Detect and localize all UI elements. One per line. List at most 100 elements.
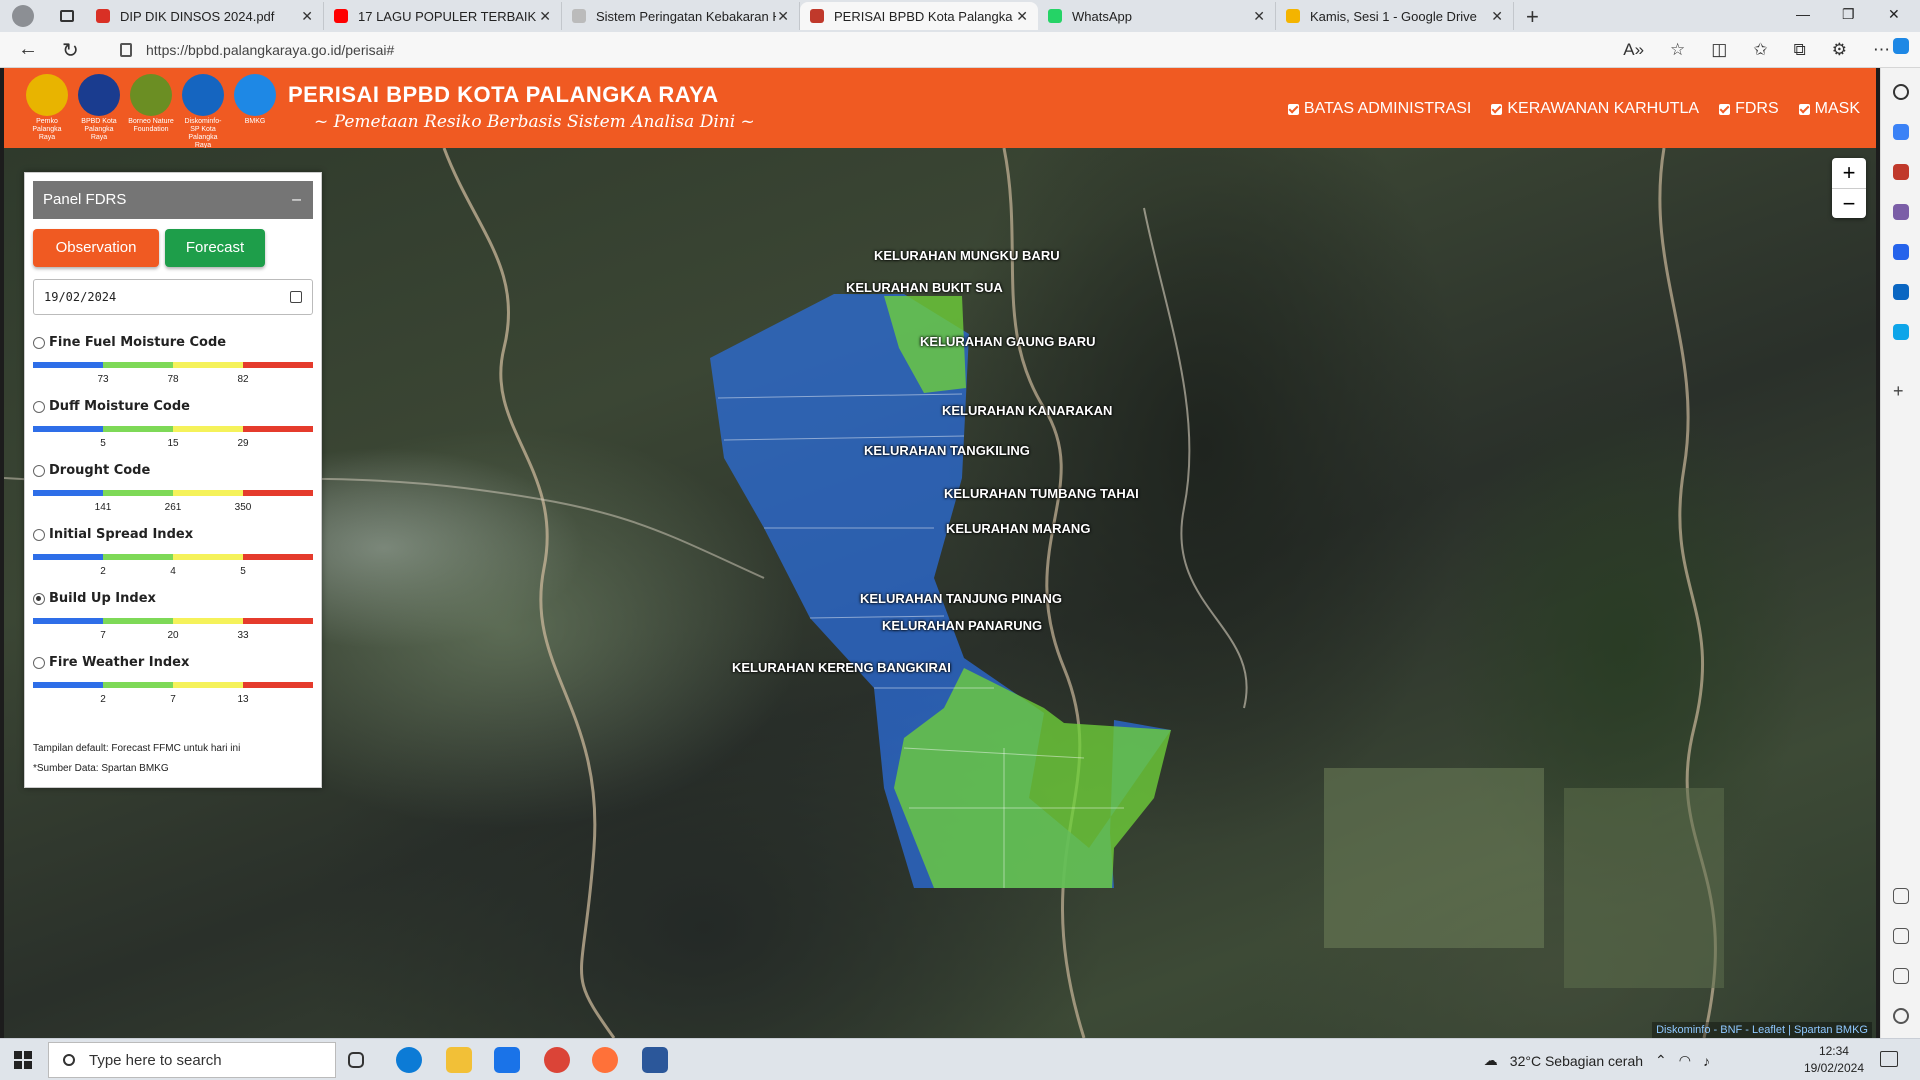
tab-pdf[interactable]: DIP DIK DINSOS 2024.pdf ✕ — [86, 2, 324, 30]
read-aloud-icon[interactable]: A» — [1623, 40, 1644, 60]
zoom-out-button[interactable]: − — [1832, 188, 1866, 218]
back-arrow-icon[interactable]: ← — [18, 38, 38, 61]
new-tab-button[interactable]: + — [1526, 4, 1539, 30]
microsoft365-icon[interactable] — [1893, 244, 1909, 260]
tab-whatsapp[interactable]: WhatsApp ✕ — [1038, 2, 1276, 30]
extensions-icon[interactable]: ⚙ — [1832, 40, 1847, 60]
kelurahan-label: KELURAHAN KANARAKAN — [942, 403, 1113, 418]
copilot-icon[interactable] — [1893, 38, 1909, 54]
checkbox-icon[interactable] — [1798, 103, 1810, 115]
tab-perisai[interactable]: PERISAI BPBD Kota Palangka Ray ✕ — [800, 2, 1038, 30]
refresh-icon[interactable]: ↻ — [62, 38, 79, 63]
close-icon[interactable]: ✕ — [777, 8, 789, 25]
favorite-star-icon[interactable]: ☆ — [1670, 40, 1685, 60]
index-option[interactable]: Fine Fuel Moisture Code — [33, 335, 313, 350]
toggle-kerawanan-karhutla[interactable]: KERAWANAN KARHUTLA — [1491, 100, 1699, 118]
collections-icon[interactable]: ⧉ — [1794, 40, 1806, 60]
screenshot-icon[interactable] — [1893, 888, 1909, 904]
logo-diskominfo: Diskominfo-SP Kota Palangka Raya — [180, 74, 226, 150]
tick-label: 4 — [170, 566, 176, 577]
games-icon[interactable] — [1893, 204, 1909, 220]
tab-sistem-peringatan[interactable]: Sistem Peringatan Kebakaran Hu ✕ — [562, 2, 800, 30]
windows-taskbar: Type here to search ☁ 32°C Sebagian cera… — [0, 1038, 1920, 1080]
firefox-icon[interactable] — [592, 1047, 618, 1073]
settings-gear-icon[interactable] — [1893, 1008, 1909, 1024]
observation-button[interactable]: Observation — [33, 229, 159, 267]
mail-icon[interactable] — [494, 1047, 520, 1073]
lock-icon[interactable] — [120, 43, 132, 57]
date-input[interactable]: 19/02/2024 — [33, 279, 313, 315]
toggle-batas-administrasi[interactable]: BATAS ADMINISTRASI — [1287, 100, 1471, 118]
window-close-icon[interactable]: ✕ — [1888, 6, 1900, 23]
index-option[interactable]: Fire Weather Index — [33, 655, 313, 670]
maximize-icon[interactable]: ❐ — [1842, 6, 1855, 23]
google-drive-icon — [1286, 9, 1300, 23]
outlook-icon[interactable] — [1893, 284, 1909, 300]
clock-date: 19/02/2024 — [1803, 1061, 1864, 1075]
sidebar-toggle-icon[interactable] — [1893, 928, 1909, 944]
tick-label: 15 — [167, 438, 179, 449]
radio-button[interactable] — [33, 528, 45, 541]
file-explorer-icon[interactable] — [446, 1047, 472, 1073]
zoom-in-button[interactable]: + — [1832, 158, 1866, 188]
forecast-button[interactable]: Forecast — [165, 229, 265, 267]
notification-icon[interactable] — [1880, 1051, 1898, 1067]
tick-label: 2 — [100, 566, 106, 577]
drop-icon[interactable] — [1893, 324, 1909, 340]
index-option[interactable]: Duff Moisture Code — [33, 399, 313, 414]
profile-avatar[interactable] — [12, 5, 34, 27]
favorites-icon[interactable]: ✩ — [1753, 40, 1767, 60]
index-option[interactable]: Drought Code — [33, 463, 313, 478]
weather-icon[interactable]: ☁ — [1484, 1052, 1498, 1069]
scale-ticks: 141 261 350 — [33, 502, 313, 516]
close-icon[interactable]: ✕ — [301, 8, 313, 25]
tools-icon[interactable] — [1893, 164, 1909, 180]
calendar-icon[interactable] — [290, 291, 302, 303]
windows-start-icon[interactable] — [14, 1051, 32, 1069]
speaker-icon[interactable]: ♪ — [1703, 1053, 1710, 1069]
url-field[interactable]: https://bpbd.palangkaraya.go.id/perisai# — [110, 36, 1650, 64]
scale-ticks: 73 78 82 — [33, 374, 313, 388]
wifi-icon[interactable]: ◠ — [1679, 1052, 1691, 1069]
more-menu-icon[interactable]: ⋯ — [1873, 40, 1890, 60]
radio-button[interactable] — [33, 400, 45, 413]
tab-google-drive[interactable]: Kamis, Sesi 1 - Google Drive ✕ — [1276, 2, 1514, 30]
close-icon[interactable]: ✕ — [1016, 8, 1028, 25]
edge-browser-icon[interactable] — [396, 1047, 422, 1073]
index-label: Initial Spread Index — [49, 527, 194, 542]
search-icon[interactable] — [1893, 84, 1909, 100]
tab-actions-icon[interactable] — [60, 10, 74, 22]
checkbox-icon[interactable] — [1287, 103, 1299, 115]
logo-caption: BPBD Kota Palangka Raya — [81, 118, 117, 141]
checkbox-icon[interactable] — [1719, 103, 1731, 115]
radio-button[interactable] — [33, 592, 45, 605]
tab-youtube[interactable]: 17 LAGU POPULER TERBAIK | ME ✕ — [324, 2, 562, 30]
close-icon[interactable]: ✕ — [1491, 8, 1503, 25]
radio-button[interactable] — [33, 464, 45, 477]
tick-label: 20 — [167, 630, 179, 641]
weather-text[interactable]: 32°C Sebagian cerah — [1510, 1053, 1643, 1069]
chrome-icon[interactable] — [544, 1047, 570, 1073]
taskbar-search[interactable]: Type here to search — [48, 1042, 336, 1078]
add-icon[interactable]: + — [1893, 382, 1909, 400]
index-option[interactable]: Initial Spread Index — [33, 527, 313, 542]
radio-button[interactable] — [33, 656, 45, 669]
radio-button[interactable] — [33, 336, 45, 349]
split-screen-icon[interactable]: ◫ — [1711, 40, 1727, 60]
data-source-note: *Sumber Data: Spartan BMKG — [33, 763, 169, 774]
collapse-button[interactable]: – — [292, 181, 301, 219]
checkbox-icon[interactable] — [1491, 103, 1503, 115]
toggle-mask[interactable]: MASK — [1798, 100, 1860, 118]
shopping-icon[interactable] — [1893, 124, 1909, 140]
close-icon[interactable]: ✕ — [539, 8, 551, 25]
minimize-icon[interactable]: — — [1796, 6, 1810, 22]
system-clock[interactable]: 12:34 19/02/2024 — [1804, 1043, 1864, 1077]
chevron-up-icon[interactable]: ⌃ — [1655, 1052, 1667, 1069]
close-icon[interactable]: ✕ — [1253, 8, 1265, 25]
index-option[interactable]: Build Up Index — [33, 591, 313, 606]
toggle-fdrs[interactable]: FDRS — [1719, 100, 1779, 118]
word-icon[interactable] — [642, 1047, 668, 1073]
external-link-icon[interactable] — [1893, 968, 1909, 984]
map-attribution[interactable]: Diskominfo - BNF - Leaflet | Spartan BMK… — [1652, 1022, 1872, 1038]
task-view-icon[interactable] — [348, 1052, 364, 1068]
